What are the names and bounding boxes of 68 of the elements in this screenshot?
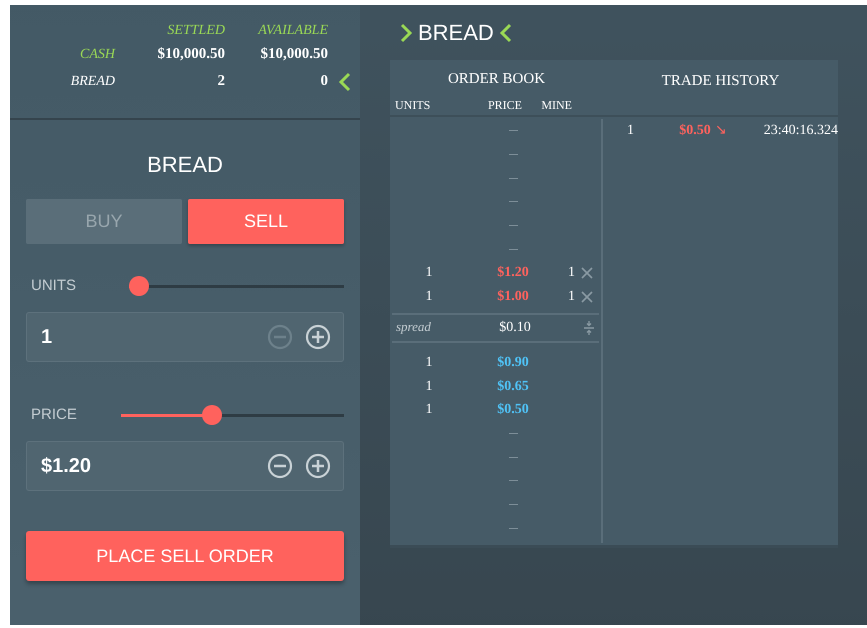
field-label: UNITS	[31, 276, 77, 296]
balance-value: 2	[218, 73, 225, 90]
field-label: PRICE	[31, 404, 78, 425]
empty-row-dash	[508, 130, 518, 132]
number-input[interactable]: $1.20	[26, 441, 344, 491]
my-units: 1	[568, 288, 575, 306]
row-label: CASH	[80, 47, 115, 62]
balance-value: 0	[320, 73, 328, 90]
my-units: 1	[568, 264, 575, 282]
empty-row-dash	[508, 504, 518, 505]
empty-row-dash	[508, 456, 518, 458]
column-header: UNITS	[395, 98, 430, 112]
order-units: 1	[426, 402, 432, 418]
empty-row-dash	[508, 201, 518, 202]
market-title: BREAD	[418, 19, 494, 47]
spread-value: $0.10	[499, 320, 531, 335]
balance-value: $10,000.50	[158, 46, 225, 62]
order-price: $0.65	[497, 378, 529, 394]
column-header: AVAILABLE	[258, 22, 328, 38]
panel-heading: ORDER BOOK	[448, 71, 546, 87]
row-label: BREAD	[70, 74, 115, 89]
number-input[interactable]: 1	[26, 312, 344, 362]
minus-icon	[267, 453, 293, 479]
slider-thumb[interactable]	[202, 405, 222, 425]
spread-label: spread	[396, 319, 431, 334]
order-units: 1	[426, 378, 432, 394]
order-units: 1	[426, 289, 432, 304]
slider-thumb[interactable]	[129, 276, 149, 296]
slider-track[interactable]	[129, 276, 344, 296]
chevron-left-icon	[338, 72, 352, 92]
empty-row-dash	[508, 225, 518, 226]
empty-row-dash	[508, 154, 518, 156]
number-field[interactable]: $1.20	[39, 450, 255, 482]
column-header: MINE	[541, 98, 572, 112]
panel-heading: TRADE HISTORY	[662, 73, 780, 89]
close-icon	[580, 266, 594, 280]
balance-value: $10,000.50	[260, 46, 328, 62]
plus-button[interactable]	[305, 324, 331, 350]
empty-row-dash	[508, 248, 518, 250]
order-price: $0.90	[497, 354, 529, 370]
trade-time: 23:40:16.324	[764, 123, 838, 138]
empty-row-dash	[508, 178, 518, 179]
trade-price: $0.50	[679, 123, 711, 138]
order-price: $1.00	[497, 289, 529, 304]
chevron-right-icon	[398, 22, 414, 42]
divide-icon	[583, 320, 595, 336]
column-header: PRICE	[488, 98, 522, 112]
number-field[interactable]: 1	[39, 321, 255, 353]
column-header: SETTLED	[167, 22, 225, 38]
form-title: BREAD	[147, 152, 223, 177]
order-price: $1.20	[497, 265, 529, 280]
cancel-button[interactable]	[580, 266, 594, 280]
minus-icon	[267, 324, 293, 350]
cancel-button[interactable]	[580, 290, 594, 304]
empty-row-dash	[508, 480, 518, 482]
plus-button[interactable]	[305, 453, 331, 479]
chevron-left-icon	[498, 22, 514, 42]
empty-row-dash	[508, 528, 518, 529]
order-units: 1	[426, 265, 432, 280]
order-price: $0.50	[497, 402, 529, 418]
slider-track[interactable]	[121, 405, 344, 425]
trade-units: 1	[627, 123, 634, 138]
plus-icon	[305, 324, 331, 350]
close-icon	[580, 290, 594, 304]
plus-icon	[305, 453, 331, 479]
empty-row-dash	[508, 432, 518, 434]
trend-arrow: ↘	[714, 123, 727, 138]
order-units: 1	[426, 354, 432, 370]
